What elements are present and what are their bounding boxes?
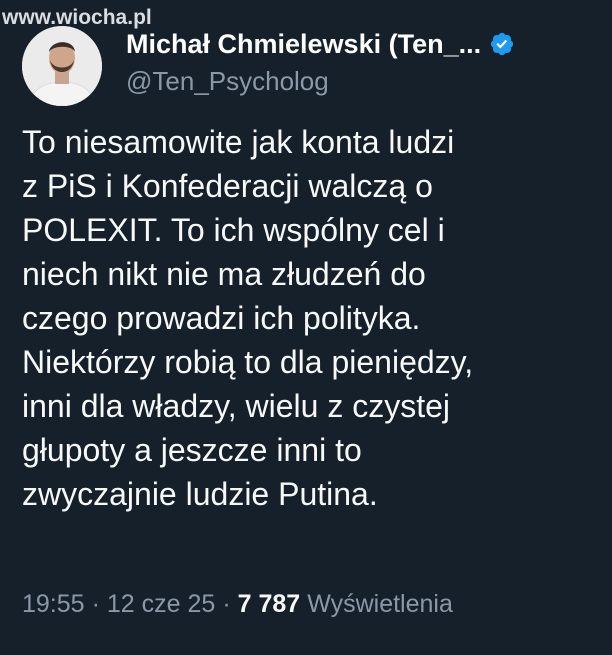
tweet-text-line: zwyczajnie ludzie Putina. xyxy=(22,476,378,512)
tweet-date[interactable]: 12 cze 25 xyxy=(107,590,215,619)
tweet-text-line: Niektórzy robią to dla pieniędzy, xyxy=(22,344,474,380)
meta-separator: · xyxy=(222,590,231,618)
tweet-text: To niesamowite jak konta ludzi z PiS i K… xyxy=(22,120,602,516)
tweet-text-line: czego prowadzi ich polityka. xyxy=(22,300,421,336)
author-handle[interactable]: @Ten_Psycholog xyxy=(126,66,329,97)
watermark-text: www.wiocha.pl xyxy=(2,6,152,29)
tweet-text-line: POLEXIT. To ich wspólny cel i xyxy=(22,212,445,248)
tweet-time[interactable]: 19:55 xyxy=(22,590,85,619)
name-row: Michał Chmielewski (Ten_... xyxy=(126,26,515,62)
tweet-card: www.wiocha.pl Michał Chmielewski (Ten_..… xyxy=(0,0,612,655)
verified-badge-icon xyxy=(491,32,514,56)
tweet-text-line: niech nikt nie ma złudzeń do xyxy=(22,256,426,292)
display-name[interactable]: Michał Chmielewski (Ten_... xyxy=(126,29,481,60)
avatar-photo xyxy=(22,26,102,106)
tweet-text-line: głupoty a jeszcze inni to xyxy=(22,432,362,468)
author-header[interactable]: Michał Chmielewski (Ten_... @Ten_Psychol… xyxy=(126,26,606,106)
tweet-text-line: z PiS i Konfederacji walczą o xyxy=(22,168,433,204)
tweet-text-line: inni dla władzy, wielu z czystej xyxy=(22,388,451,424)
meta-separator: · xyxy=(91,590,100,618)
tweet-text-line: To niesamowite jak konta ludzi xyxy=(22,124,455,160)
views-count: 7 787 xyxy=(237,590,301,618)
tweet-meta: 19:55 · 12 cze 25 · 7 787 Wyświetlenia xyxy=(22,590,453,619)
views-label[interactable]: Wyświetlenia xyxy=(307,590,453,619)
avatar[interactable] xyxy=(22,26,102,106)
